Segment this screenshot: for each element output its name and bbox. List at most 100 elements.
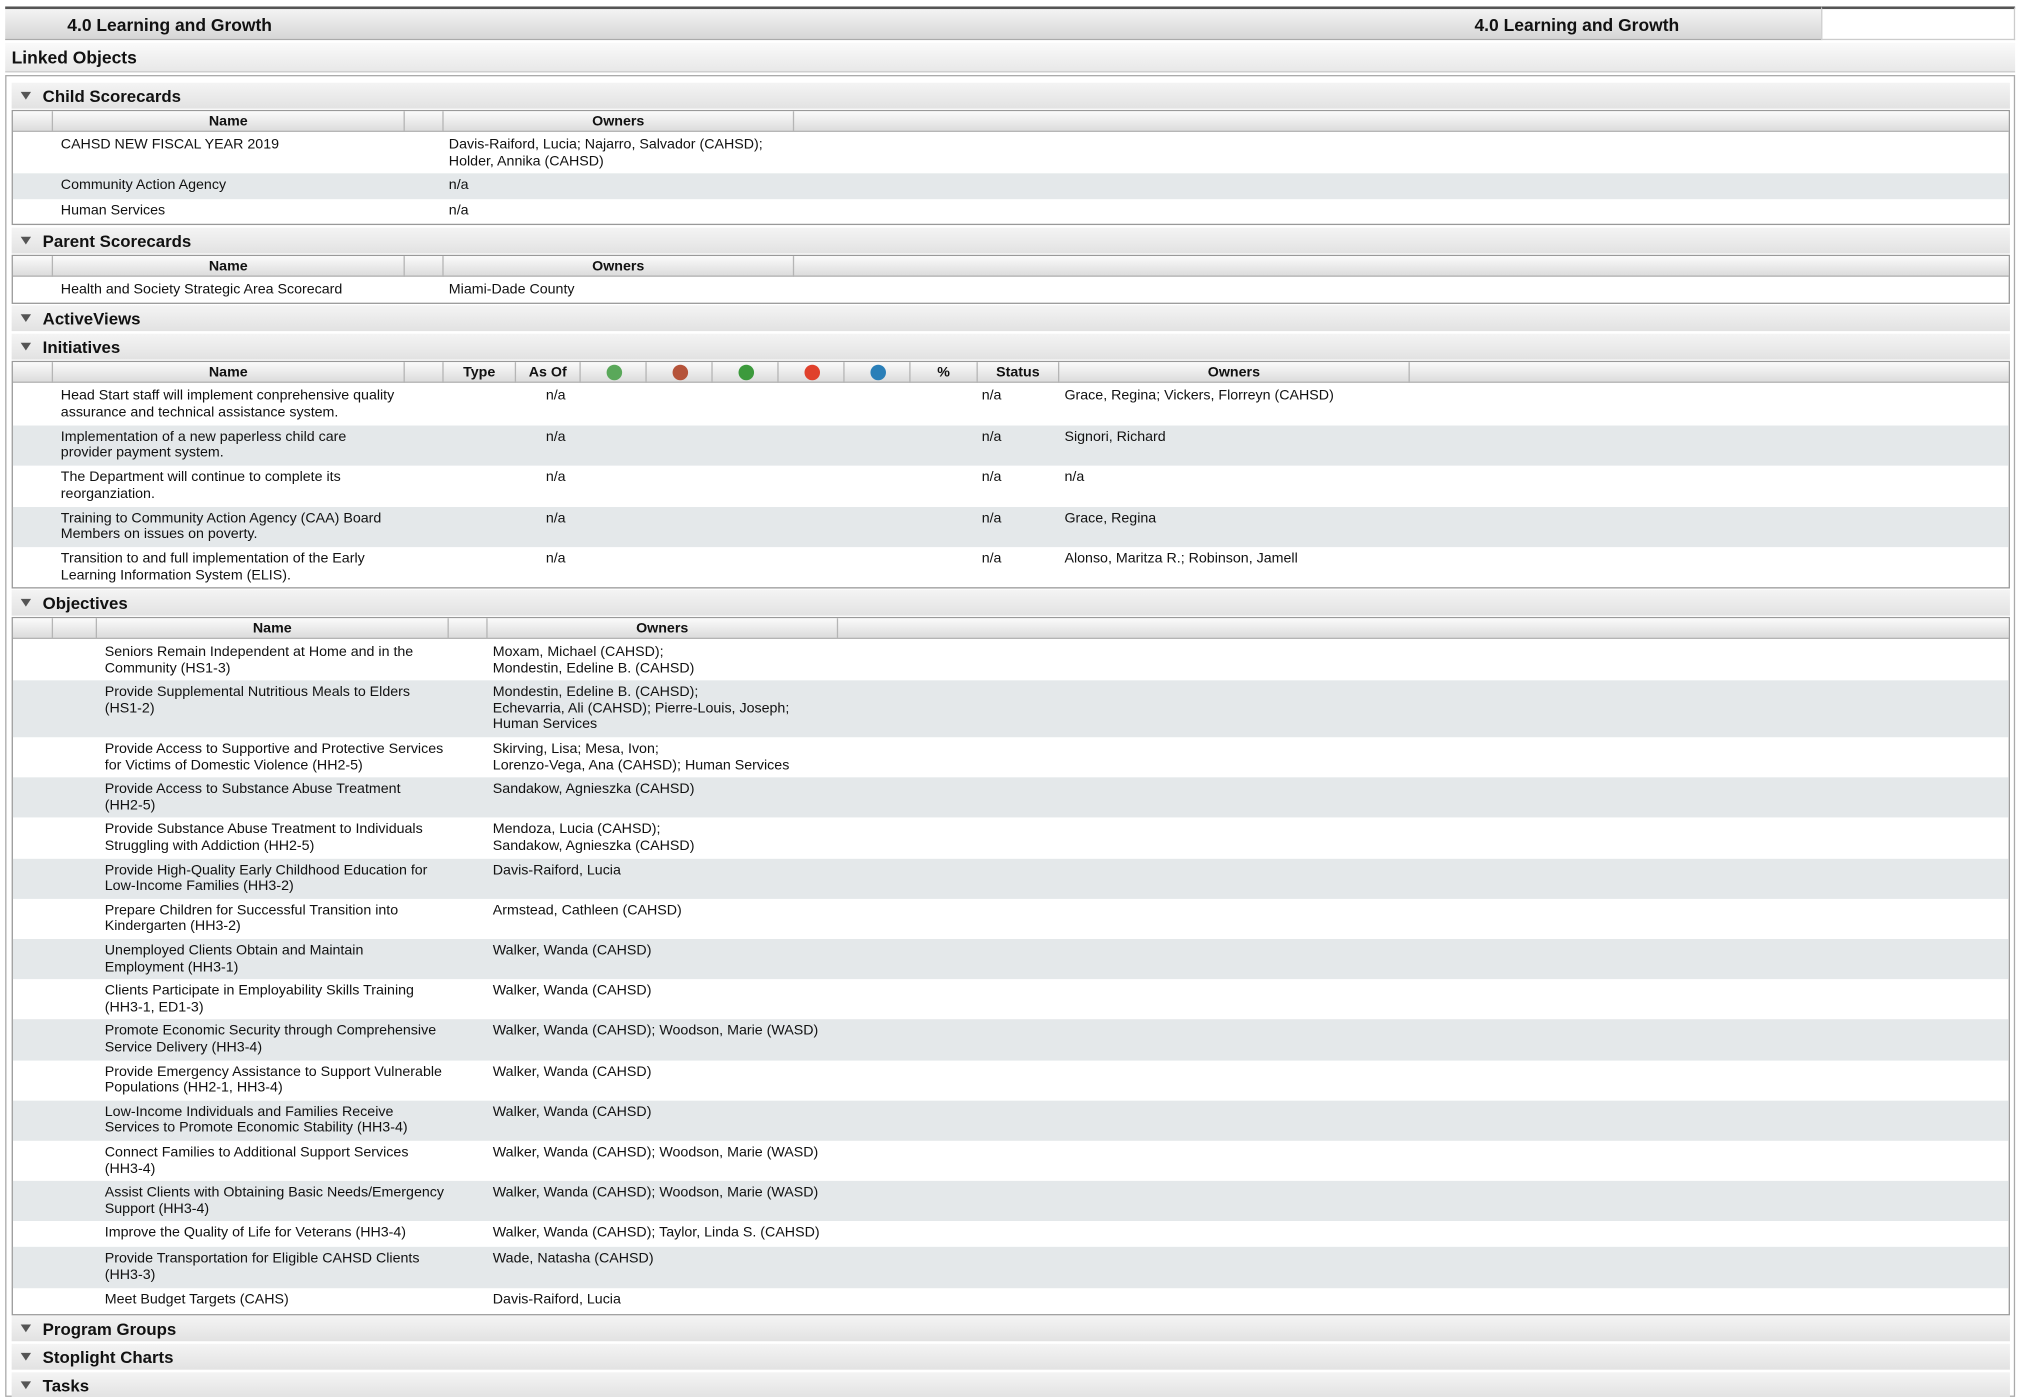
objective-name: Provide Transportation for Eligible CAHS… <box>104 1251 420 1284</box>
title-bar: 4.0 Learning and Growth 4.0 Learning and… <box>5 6 1822 41</box>
section-tasks[interactable]: Tasks <box>11 1372 2010 1397</box>
initiative-name: The Department will continue to complete… <box>60 469 341 502</box>
table-row[interactable]: Head Start staff will implement conprehe… <box>13 384 2009 425</box>
alarm-clock-column[interactable] <box>647 362 713 383</box>
objective-name: Provide Supplemental Nutritious Meals to… <box>104 684 411 717</box>
initiative-name: Transition to and full implementation of… <box>60 550 365 583</box>
section-program-groups[interactable]: Program Groups <box>11 1315 2010 1342</box>
objective-name: Meet Budget Targets (CAHS) <box>104 1291 289 1308</box>
collapse-arrow-icon[interactable] <box>20 1324 32 1333</box>
scorecard-owners: Miami-Dade County <box>448 281 575 298</box>
icon-columns <box>581 362 911 383</box>
collapse-arrow-icon[interactable] <box>20 1352 32 1361</box>
scorecard-owners: Davis-Raiford, Lucia; Najarro, Salvador … <box>448 137 763 169</box>
section-stoplight-charts[interactable]: Stoplight Charts <box>11 1343 2010 1370</box>
table-header: Name Owners <box>12 618 2009 639</box>
section-activeviews[interactable]: ActiveViews <box>11 305 2010 332</box>
table-row[interactable]: Clients Participate in Employability Ski… <box>13 979 2009 1019</box>
linked-objects-heading: Linked Objects <box>5 42 2016 73</box>
table-row[interactable]: Human Services n/a <box>13 199 2009 225</box>
col-name[interactable]: Name <box>53 362 405 383</box>
scorecard-owners: n/a <box>448 203 469 219</box>
table-row[interactable]: Improve the Quality of Life for Veterans… <box>13 1221 2009 1247</box>
table-row[interactable]: Provide Substance Abuse Treatment to Ind… <box>13 818 2009 858</box>
section-label: Tasks <box>42 1376 90 1396</box>
table-row[interactable]: Provide Access to Substance Abuse Treatm… <box>12 777 2009 818</box>
col-percent[interactable]: % <box>911 362 978 383</box>
initiative-status: n/a <box>981 469 1002 486</box>
collapse-arrow-icon[interactable] <box>20 91 32 100</box>
scorecard-name: CAHSD NEW FISCAL YEAR 2019 <box>60 137 280 153</box>
objective-owners: Moxam, Michael (CAHSD); Mondestin, Edeli… <box>492 644 695 676</box>
collapse-arrow-icon[interactable] <box>20 236 32 245</box>
col-name[interactable]: Name <box>53 256 405 277</box>
col-name[interactable]: Name <box>53 111 405 132</box>
collapse-arrow-icon[interactable] <box>20 314 32 323</box>
table-row[interactable]: Transition to and full implementation of… <box>13 547 2009 588</box>
objective-name: Promote Economic Security through Compre… <box>104 1023 437 1056</box>
collapse-arrow-icon[interactable] <box>20 1381 32 1390</box>
collapse-arrow-icon[interactable] <box>20 598 32 607</box>
table-row[interactable]: Meet Budget Targets (CAHS) Davis-Raiford,… <box>13 1288 2009 1314</box>
money-column[interactable] <box>581 362 647 383</box>
initiative-owners: Grace, Regina; Vickers, Florreyn (CAHSD) <box>1064 388 1334 404</box>
col-spacer <box>13 111 54 132</box>
table-row[interactable]: Assist Clients with Obtaining Basic Need… <box>12 1181 2009 1222</box>
initiative-status: n/a <box>981 510 1002 526</box>
initiative-as-of: n/a <box>545 469 566 486</box>
table-row[interactable]: The Department will continue to complete… <box>13 466 2009 507</box>
table-row[interactable]: Promote Economic Security through Compre… <box>12 1019 2009 1061</box>
collapse-arrow-icon[interactable] <box>20 342 32 351</box>
col-type[interactable]: Type <box>444 362 517 383</box>
table-row[interactable]: Provide Transportation for Eligible CAHS… <box>12 1247 2009 1288</box>
scorecard-name: Community Action Agency <box>60 177 227 193</box>
col-owners[interactable]: Owners <box>1059 362 1410 383</box>
scorecard-owners: n/a <box>448 177 469 193</box>
col-owners[interactable]: Owners <box>444 256 795 277</box>
section-initiatives[interactable]: Initiatives <box>11 333 2010 360</box>
table-row[interactable]: Provide High-Quality Early Childhood Edu… <box>12 858 2009 899</box>
table-row[interactable]: Seniors Remain Independent at Home and i… <box>13 640 2009 680</box>
objective-owners: Wade, Natasha (CAHSD) <box>492 1251 654 1267</box>
objective-name: Prepare Children for Successful Transiti… <box>104 902 399 935</box>
section-objectives[interactable]: Objectives <box>11 589 2010 616</box>
table-row[interactable]: Low-Income Individuals and Families Rece… <box>12 1100 2009 1141</box>
section-parent-scorecards[interactable]: Parent Scorecards <box>11 227 2010 254</box>
table-header: Name Owners <box>12 111 2009 132</box>
objective-owners: Walker, Wanda (CAHSD); Woodson, Marie (W… <box>492 1144 819 1161</box>
objective-name: Seniors Remain Independent at Home and i… <box>104 644 414 676</box>
parent-scorecards-table: Name Owners Health and Society Strategic… <box>11 254 2010 304</box>
title-bar-blank <box>1821 6 2016 41</box>
col-owners[interactable]: Owners <box>488 618 839 639</box>
checkmark-column[interactable] <box>713 362 779 383</box>
table-row[interactable]: Implementation of a new paperless child … <box>12 424 2009 466</box>
scorecard-name: Human Services <box>60 203 166 219</box>
table-row[interactable]: Provide Emergency Assistance to Support … <box>13 1060 2009 1100</box>
target-column[interactable] <box>845 362 911 383</box>
objective-owners: Walker, Wanda (CAHSD) <box>492 1104 652 1120</box>
alert-column[interactable] <box>779 362 845 383</box>
objective-name: Unemployed Clients Obtain and Maintain E… <box>104 942 364 975</box>
table-row[interactable]: Prepare Children for Successful Transiti… <box>13 899 2009 939</box>
table-row[interactable]: Provide Supplemental Nutritious Meals to… <box>12 680 2009 738</box>
table-row[interactable]: CAHSD NEW FISCAL YEAR 2019 Davis-Raiford,… <box>13 133 2009 173</box>
objective-owners: Walker, Wanda (CAHSD) <box>492 1063 652 1080</box>
col-status[interactable]: Status <box>978 362 1060 383</box>
col-as-of[interactable]: As Of <box>516 362 581 383</box>
section-child-scorecards[interactable]: Child Scorecards <box>11 82 2010 109</box>
initiatives-table: Name Type As Of % Status Owners Head Sta… <box>11 360 2010 589</box>
objective-owners: Walker, Wanda (CAHSD); Woodson, Marie (W… <box>492 1023 819 1040</box>
objective-owners: Sandakow, Agnieszka (CAHSD) <box>492 781 695 797</box>
objective-owners: Walker, Wanda (CAHSD); Taylor, Linda S. … <box>492 1225 820 1241</box>
col-owners[interactable]: Owners <box>444 111 795 132</box>
initiative-status: n/a <box>981 550 1002 567</box>
initiative-name: Training to Community Action Agency (CAA… <box>60 510 382 543</box>
table-row[interactable]: Unemployed Clients Obtain and Maintain E… <box>12 939 2009 980</box>
table-row[interactable]: Training to Community Action Agency (CAA… <box>12 506 2009 548</box>
initiative-owners: Signori, Richard <box>1064 428 1166 445</box>
table-row[interactable]: Health and Society Strategic Area Scorec… <box>13 278 2009 304</box>
col-name[interactable]: Name <box>97 618 449 639</box>
table-row[interactable]: Connect Families to Additional Support S… <box>13 1141 2009 1181</box>
table-row[interactable]: Community Action Agency n/a <box>12 173 2009 200</box>
table-row[interactable]: Provide Access to Supportive and Protect… <box>13 737 2009 777</box>
